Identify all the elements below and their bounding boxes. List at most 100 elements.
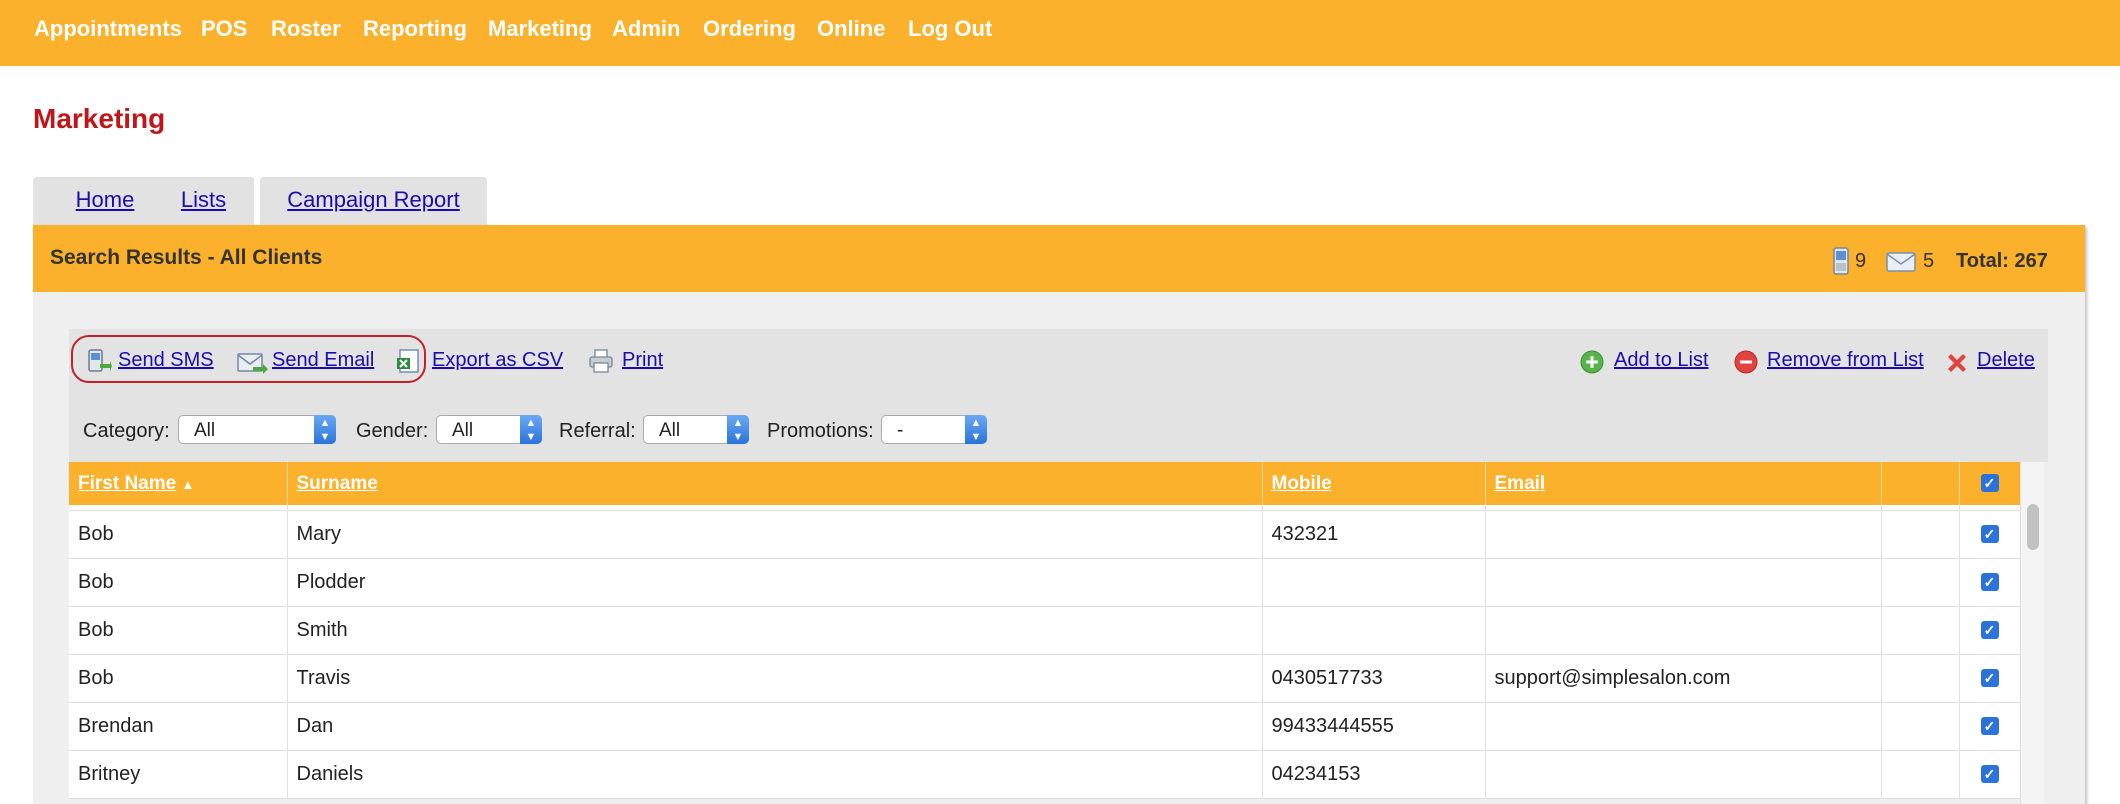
col-email-label[interactable]: Email xyxy=(1495,473,1546,494)
cell-first-name: Bob xyxy=(69,654,288,703)
add-icon[interactable] xyxy=(1580,350,1604,374)
cell-surname: Plodder xyxy=(287,558,1263,607)
cell-surname: Mary xyxy=(287,510,1263,559)
gender-label: Gender: xyxy=(356,420,429,442)
tab-lists[interactable]: Lists xyxy=(153,177,254,225)
nav-logout[interactable]: Log Out xyxy=(908,16,992,42)
col-select-all[interactable]: ✓ xyxy=(1959,462,2020,505)
delete-icon[interactable] xyxy=(1945,351,1969,375)
cell-surname: Dan xyxy=(287,702,1263,751)
export-csv-button[interactable]: Export as CSV xyxy=(432,349,563,372)
printer-icon[interactable] xyxy=(588,348,614,374)
cell-email xyxy=(1485,510,1882,559)
cell-first-name: Bob xyxy=(69,606,288,655)
row-checkbox[interactable]: ✓ xyxy=(1980,621,1999,640)
cell-mobile: 432321 xyxy=(1262,510,1486,559)
phone-icon xyxy=(1833,247,1849,275)
col-mobile-label[interactable]: Mobile xyxy=(1272,473,1332,494)
category-value: All xyxy=(194,420,216,441)
col-first-name[interactable]: First Name ▲ xyxy=(69,462,288,505)
cell-first-name: Bob xyxy=(69,558,288,607)
cell-select: ✓ xyxy=(1959,702,2020,751)
cell-mobile: 99433444555 xyxy=(1262,702,1486,751)
nav-appointments[interactable]: Appointments xyxy=(34,16,182,42)
tab-lists-label[interactable]: Lists xyxy=(153,187,254,213)
envelope-icon xyxy=(1886,252,1916,272)
cell-surname: Smith xyxy=(287,606,1263,655)
add-to-list-button[interactable]: Add to List xyxy=(1614,349,1709,372)
row-checkbox[interactable]: ✓ xyxy=(1980,717,1999,736)
delete-button[interactable]: Delete xyxy=(1977,349,2035,372)
top-nav: Appointments POS Roster Reporting Market… xyxy=(0,0,2120,66)
gender-select[interactable]: All ▲ ▼ xyxy=(436,415,542,444)
sms-count: 9 xyxy=(1855,250,1867,272)
col-first-name-label[interactable]: First Name xyxy=(78,473,176,494)
table-row[interactable]: Bob Mary 432321 ✓ xyxy=(69,510,2020,559)
cell-surname: Travis xyxy=(287,654,1263,703)
nav-roster[interactable]: Roster xyxy=(271,16,341,42)
clients-table: First Name ▲ Surname Mobile Email ✓ Bob … xyxy=(69,462,2020,799)
tab-campaign-report[interactable]: Campaign Report xyxy=(260,177,487,225)
referral-label: Referral: xyxy=(559,420,636,442)
nav-pos[interactable]: POS xyxy=(201,16,247,42)
send-email-icon[interactable] xyxy=(237,350,269,376)
panel-header: Search Results - All Clients 9 5 Total: … xyxy=(33,225,2085,292)
cell-email xyxy=(1485,606,1882,655)
nav-admin[interactable]: Admin xyxy=(612,16,680,42)
table-row[interactable]: Bob Travis 0430517733 support@simplesalo… xyxy=(69,654,2020,703)
row-checkbox[interactable]: ✓ xyxy=(1980,573,1999,592)
cell-blank xyxy=(1881,654,1960,703)
print-button[interactable]: Print xyxy=(622,349,663,372)
cell-select: ✓ xyxy=(1959,558,2020,607)
send-email-button[interactable]: Send Email xyxy=(272,349,374,372)
referral-value: All xyxy=(659,420,681,441)
chevron-updown-icon: ▲ ▼ xyxy=(965,415,987,444)
row-checkbox[interactable]: ✓ xyxy=(1980,765,1999,784)
remove-icon[interactable] xyxy=(1734,350,1758,374)
category-select[interactable]: All ▲ ▼ xyxy=(178,415,336,444)
sms-icon[interactable] xyxy=(86,348,112,374)
cell-select: ✓ xyxy=(1959,654,2020,703)
remove-from-list-button[interactable]: Remove from List xyxy=(1767,349,1924,372)
sort-asc-icon: ▲ xyxy=(181,476,195,492)
col-mobile[interactable]: Mobile xyxy=(1262,462,1486,505)
send-sms-button[interactable]: Send SMS xyxy=(118,349,214,372)
table-scrollbar[interactable] xyxy=(2020,462,2044,804)
promotions-select[interactable]: - ▲ ▼ xyxy=(881,415,987,444)
cell-mobile xyxy=(1262,606,1486,655)
gender-value: All xyxy=(452,420,474,441)
panel-title: Search Results - All Clients xyxy=(50,246,323,269)
chevron-updown-icon: ▲ ▼ xyxy=(520,415,542,444)
referral-select[interactable]: All ▲ ▼ xyxy=(643,415,749,444)
col-surname[interactable]: Surname xyxy=(287,462,1263,505)
nav-ordering[interactable]: Ordering xyxy=(703,16,796,42)
cell-select: ✓ xyxy=(1959,606,2020,655)
cell-mobile: 04234153 xyxy=(1262,750,1486,799)
nav-reporting[interactable]: Reporting xyxy=(363,16,467,42)
col-email[interactable]: Email xyxy=(1485,462,1882,505)
select-all-checkbox[interactable]: ✓ xyxy=(1980,474,1999,493)
table-row[interactable]: Britney Daniels 04234153 ✓ xyxy=(69,750,2020,799)
cell-blank xyxy=(1881,750,1960,799)
table-row[interactable]: Bob Smith ✓ xyxy=(69,606,2020,655)
table-row[interactable]: Brendan Dan 99433444555 ✓ xyxy=(69,702,2020,751)
cell-blank xyxy=(1881,510,1960,559)
email-count: 5 xyxy=(1923,250,1935,272)
promotions-value: - xyxy=(897,420,904,441)
row-checkbox[interactable]: ✓ xyxy=(1980,669,1999,688)
nav-online[interactable]: Online xyxy=(817,16,885,42)
table-header-row: First Name ▲ Surname Mobile Email ✓ xyxy=(69,462,2020,505)
table-row[interactable]: Bob Plodder ✓ xyxy=(69,558,2020,607)
csv-export-icon[interactable] xyxy=(396,348,422,374)
col-surname-label[interactable]: Surname xyxy=(297,473,378,494)
scrollbar-thumb[interactable] xyxy=(2027,504,2039,550)
row-checkbox[interactable]: ✓ xyxy=(1980,525,1999,544)
nav-marketing[interactable]: Marketing xyxy=(488,16,592,42)
chevron-updown-icon: ▲ ▼ xyxy=(314,415,336,444)
cell-email xyxy=(1485,558,1882,607)
total-count: Total: 267 xyxy=(1956,250,2048,272)
tab-campaign-report-label[interactable]: Campaign Report xyxy=(260,187,487,213)
cell-select: ✓ xyxy=(1959,750,2020,799)
cell-blank xyxy=(1881,558,1960,607)
category-label: Category: xyxy=(83,420,170,442)
